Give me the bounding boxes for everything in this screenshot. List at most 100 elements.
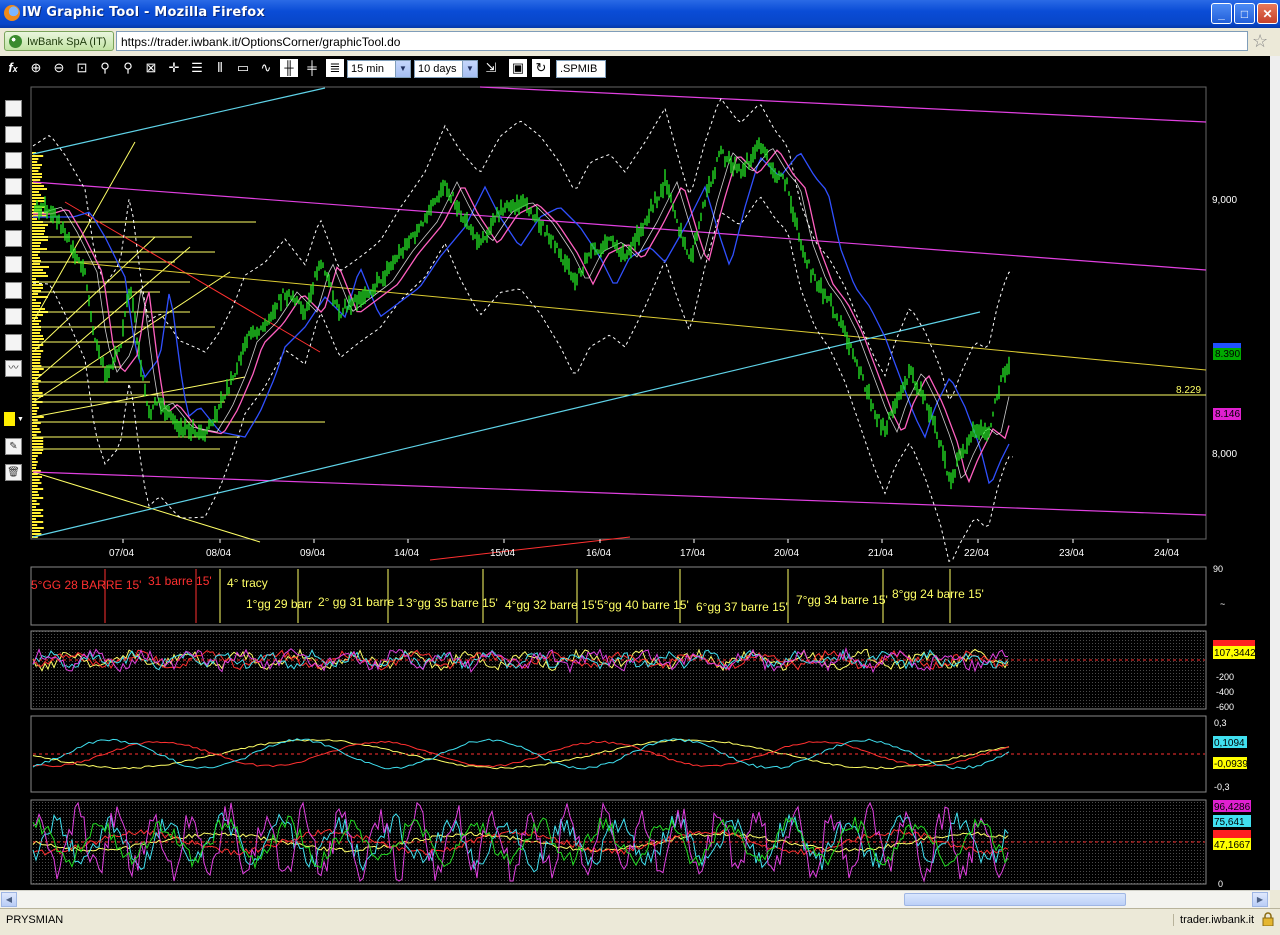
vertical-scrollbar[interactable] bbox=[1270, 56, 1280, 890]
draw-trendline-tool-icon[interactable] bbox=[5, 126, 22, 143]
horizontal-lines-icon[interactable]: ☰ bbox=[188, 59, 206, 77]
period-value: 10 days bbox=[418, 63, 457, 75]
draw-vertical-tool-icon[interactable] bbox=[5, 282, 22, 299]
osc2-axis-label: 0,3 bbox=[1214, 718, 1227, 728]
chart-canvas[interactable]: 07/04 08/04 09/04 14/04 15/04 16/04 17/04 20/04… bbox=[30, 82, 1270, 890]
volume-profile-bar bbox=[32, 407, 39, 409]
volume-profile-bar bbox=[32, 218, 37, 220]
osc2-value-label: 0,1094 bbox=[1214, 738, 1245, 749]
draw-rectangle-tool-icon[interactable] bbox=[5, 230, 22, 247]
draw-line-tool-icon[interactable] bbox=[5, 100, 22, 117]
eraser-icon[interactable]: ✎ bbox=[5, 438, 22, 455]
refresh-icon[interactable]: ↻ bbox=[532, 59, 550, 77]
indicators-icon[interactable]: ≣ bbox=[326, 59, 344, 77]
date-label: 16/04 bbox=[586, 548, 611, 559]
volume-profile-bar bbox=[32, 185, 44, 187]
volume-profile-bar bbox=[32, 188, 47, 190]
draw-channel-tool-icon[interactable] bbox=[5, 152, 22, 169]
volume-profile-bar bbox=[32, 242, 41, 244]
zoom-reset-icon[interactable]: ⊠ bbox=[142, 59, 160, 77]
lock-icon[interactable] bbox=[1262, 912, 1274, 926]
volume-profile-bar bbox=[32, 158, 39, 160]
url-input[interactable]: https://trader.iwbank.it/OptionsCorner/g… bbox=[116, 31, 1248, 51]
save-icon[interactable]: ▣ bbox=[509, 59, 527, 77]
trash-icon[interactable]: 🗑 bbox=[5, 464, 22, 481]
osc3-value-label: 47,1667 bbox=[1214, 840, 1251, 851]
minimize-button[interactable]: _ bbox=[1211, 3, 1232, 24]
volume-profile-bar bbox=[32, 476, 42, 478]
draw-wave-tool-icon[interactable]: 〰 bbox=[5, 360, 22, 377]
date-label: 22/04 bbox=[964, 548, 989, 559]
volume-profile-bar bbox=[32, 278, 36, 280]
volume-profile-bar bbox=[32, 491, 38, 493]
volume-profile-bar bbox=[32, 329, 41, 331]
candlestick-icon[interactable]: ╫ bbox=[280, 59, 298, 77]
cycle-annotation: 4° tracy bbox=[227, 576, 268, 590]
chart-area[interactable]: 07/04 08/04 09/04 14/04 15/04 16/04 17/04 20/04… bbox=[30, 82, 1270, 890]
volume-profile-bar bbox=[32, 167, 41, 169]
chevron-down-icon: ▼ bbox=[395, 61, 410, 77]
osc2-value-label: -0,0939 bbox=[1214, 759, 1248, 770]
date-label: 21/04 bbox=[868, 548, 893, 559]
scroll-thumb[interactable] bbox=[904, 893, 1126, 906]
volume-profile-bar bbox=[32, 179, 41, 181]
window-title: IW Graphic Tool - Mozilla Firefox bbox=[22, 5, 265, 20]
maximize-button[interactable]: □ bbox=[1234, 3, 1255, 24]
cycle-axis-label: 90 bbox=[1213, 564, 1223, 574]
vertical-lines-icon[interactable]: ⦀ bbox=[211, 59, 229, 77]
scroll-left-icon[interactable]: ◀ bbox=[1, 892, 17, 907]
zoom-vertical-icon[interactable]: ⚲ bbox=[119, 59, 137, 77]
date-label: 20/04 bbox=[774, 548, 799, 559]
cycle-axis-marks: ~ bbox=[1220, 599, 1225, 609]
volume-profile-bar bbox=[32, 494, 39, 496]
volume-profile-bar bbox=[32, 155, 44, 157]
volume-profile-bar bbox=[32, 506, 36, 508]
close-button[interactable]: ✕ bbox=[1257, 3, 1278, 24]
scroll-right-icon[interactable]: ▶ bbox=[1252, 892, 1268, 907]
draw-gann-tool-icon[interactable] bbox=[5, 204, 22, 221]
volume-profile-bar bbox=[32, 479, 40, 481]
window-title-bar: IW Graphic Tool - Mozilla Firefox _ □ ✕ bbox=[0, 0, 1280, 28]
volume-profile-bar bbox=[32, 371, 39, 373]
panel-icon[interactable]: ▭ bbox=[234, 59, 252, 77]
volume-profile-bar bbox=[32, 257, 40, 259]
crosshair-icon[interactable]: ✛ bbox=[165, 59, 183, 77]
date-label: 23/04 bbox=[1059, 548, 1084, 559]
zoom-in-icon[interactable]: ⊕ bbox=[27, 59, 45, 77]
volume-profile-bar bbox=[32, 518, 36, 520]
zoom-horizontal-icon[interactable]: ⚲ bbox=[96, 59, 114, 77]
chevron-down-icon: ▼ bbox=[462, 61, 477, 77]
bookmark-star-icon[interactable]: ☆ bbox=[1252, 32, 1268, 50]
date-label: 15/04 bbox=[490, 548, 515, 559]
period-select[interactable]: 10 days ▼ bbox=[414, 60, 478, 78]
volume-profile-bar bbox=[32, 293, 38, 295]
interval-select[interactable]: 15 min ▼ bbox=[347, 60, 411, 78]
site-identity-button[interactable]: IwBank SpA (IT) bbox=[4, 31, 114, 51]
draw-text-tool-icon[interactable] bbox=[5, 334, 22, 351]
chevron-down-icon[interactable]: ▼ bbox=[17, 416, 24, 423]
osc1-value-label: 107,3442 bbox=[1214, 648, 1256, 659]
draw-cycle-tool-icon[interactable] bbox=[5, 308, 22, 325]
volume-profile-bar bbox=[32, 443, 44, 445]
symbol-input[interactable]: .SPMIB bbox=[556, 60, 606, 78]
volume-profile-bar bbox=[32, 428, 40, 430]
bar-chart-icon[interactable]: ╪ bbox=[303, 59, 321, 77]
zoom-fit-icon[interactable]: ⊡ bbox=[73, 59, 91, 77]
firefox-icon bbox=[4, 5, 20, 21]
date-label: 07/04 bbox=[109, 548, 134, 559]
horizontal-scrollbar[interactable]: ◀ ▶ bbox=[0, 890, 1270, 909]
volume-profile-bar bbox=[32, 335, 43, 337]
osc1-axis-label: -400 bbox=[1216, 687, 1234, 697]
line-chart-icon[interactable]: ∿ bbox=[257, 59, 275, 77]
draw-horizontal-tool-icon[interactable] bbox=[5, 256, 22, 273]
export-icon[interactable]: ⇲ bbox=[482, 59, 500, 77]
color-picker-icon[interactable] bbox=[4, 412, 15, 426]
volume-profile-bar bbox=[32, 455, 38, 457]
function-icon[interactable]: fx bbox=[4, 59, 22, 77]
zoom-out-icon[interactable]: ⊖ bbox=[50, 59, 68, 77]
draw-fibonacci-tool-icon[interactable] bbox=[5, 178, 22, 195]
level-price-label: 8.229 bbox=[1176, 385, 1201, 396]
cycle-annotation: 6°gg 37 barre 15' bbox=[696, 600, 788, 614]
cycle-annotation: 5°GG 28 BARRE 15' bbox=[31, 578, 141, 592]
price-panel bbox=[30, 86, 1207, 540]
